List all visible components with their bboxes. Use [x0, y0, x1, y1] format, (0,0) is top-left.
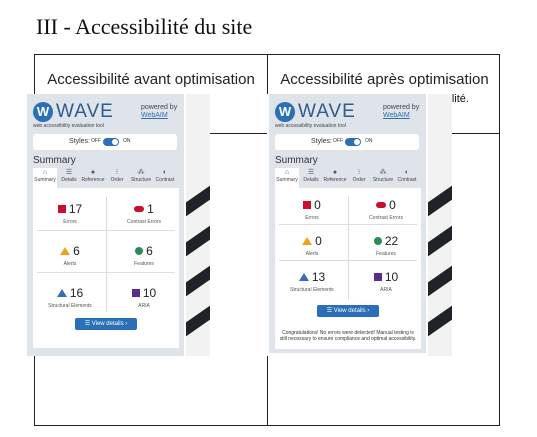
- styles-toggle[interactable]: [103, 138, 119, 146]
- wave-tabs: ⌂ Summary ☰ Details ● Reference ⁝ Order ⁂ Str…: [275, 168, 421, 188]
- section-heading: III - Accessibilité du site: [36, 14, 253, 39]
- wave-header: W WAVE web accessibility evaluation tool…: [33, 100, 181, 132]
- info-icon: ●: [332, 169, 338, 176]
- info-icon: ●: [90, 169, 96, 176]
- tab-contrast[interactable]: ◐ Contrast: [153, 168, 177, 188]
- view-details-button[interactable]: ☰ View details ›: [317, 305, 379, 317]
- tab-summary[interactable]: ⌂ Summary: [275, 168, 299, 188]
- structure-icon: ⁂: [379, 169, 387, 176]
- wave-header: W WAVE web accessibility evaluation tool…: [275, 100, 423, 132]
- summary-card: 17 Errors 1 Contrast Errors 6 Alerts 6 Featu…: [33, 188, 179, 348]
- page-background-strip: [428, 94, 452, 356]
- home-icon: ⌂: [42, 169, 48, 176]
- error-icon: [303, 200, 312, 209]
- contrast-icon: ◐: [404, 169, 410, 176]
- wave-screenshot-before: W WAVE web accessibility evaluation tool…: [25, 94, 210, 356]
- wave-screenshot-after: W WAVE web accessibility evaluation tool…: [267, 94, 452, 356]
- alerts-stat: 6 Alerts: [35, 242, 105, 267]
- tab-contrast[interactable]: ◐ Contrast: [395, 168, 419, 188]
- summary-title: Summary: [33, 155, 76, 166]
- tab-reference[interactable]: ● Reference: [81, 168, 105, 188]
- wave-tagline: web accessibility evaluation tool: [275, 123, 346, 129]
- errors-stat: 0 Errors: [277, 196, 347, 221]
- structure-icon: [298, 272, 309, 281]
- feature-icon: [373, 236, 382, 245]
- aria-icon: [131, 288, 140, 297]
- order-icon: ⁝: [357, 169, 361, 176]
- aria-stat: 10 ARIA: [109, 284, 179, 309]
- features-stat: 6 Features: [134, 244, 154, 267]
- wave-name: WAVE: [56, 101, 114, 122]
- tab-details[interactable]: ☰ Details: [299, 168, 323, 188]
- powered-by: powered by WebAIM: [141, 104, 178, 119]
- wave-panel: W WAVE web accessibility evaluation tool…: [269, 94, 426, 353]
- tab-summary[interactable]: ⌂ Summary: [33, 168, 57, 188]
- styles-label: Styles:: [311, 138, 333, 145]
- styles-label: Styles:: [69, 138, 91, 145]
- structure-icon: ⁂: [137, 169, 145, 176]
- alert-icon: [302, 236, 313, 245]
- aria-stat: 10 ARIA: [351, 268, 421, 293]
- summary-title: Summary: [275, 155, 318, 166]
- tab-order[interactable]: ⁝ Order: [105, 168, 129, 188]
- styles-toggle[interactable]: [345, 138, 361, 146]
- tab-order[interactable]: ⁝ Order: [347, 168, 371, 188]
- home-icon: ⌂: [284, 169, 290, 176]
- alert-icon: [60, 246, 71, 255]
- structural-stat: 13 Structural Elements: [290, 270, 334, 293]
- wave-logo-icon: W: [275, 102, 295, 122]
- tab-structure[interactable]: ⁂ Structure: [371, 168, 395, 188]
- feature-icon: [135, 246, 144, 255]
- tab-structure[interactable]: ⁂ Structure: [129, 168, 153, 188]
- errors-stat: 17 Errors: [35, 200, 105, 225]
- after-title: Accessibilité après optimisation: [280, 71, 489, 88]
- structure-icon: [56, 288, 67, 297]
- congratulations-message: Congratulations! No errors were detected…: [279, 330, 417, 342]
- contrast-stat: 0 Contrast Errors: [369, 198, 403, 221]
- contrast-error-icon: [376, 201, 387, 208]
- contrast-error-icon: [134, 205, 145, 212]
- page-background-strip: [186, 94, 210, 356]
- alerts-stat: 0 Alerts: [277, 232, 347, 257]
- aria-icon: [373, 272, 382, 281]
- before-title: Accessibilité avant optimisation: [47, 71, 255, 88]
- styles-toggle-row: Styles: OFF ON: [275, 134, 419, 150]
- wave-tagline: web accessibility evaluation tool: [33, 123, 104, 129]
- wave-tabs: ⌂ Summary ☰ Details ● Reference ⁝ Order ⁂ Str…: [33, 168, 179, 188]
- tab-details[interactable]: ☰ Details: [57, 168, 81, 188]
- view-details-button[interactable]: ☰ View details ›: [75, 318, 137, 330]
- features-stat: 22 Features: [351, 232, 421, 257]
- order-icon: ⁝: [115, 169, 119, 176]
- contrast-stat: 1 Contrast Errors: [127, 202, 161, 225]
- tab-reference[interactable]: ● Reference: [323, 168, 347, 188]
- powered-by: powered by WebAIM: [383, 104, 420, 119]
- styles-toggle-row: Styles: OFF ON: [33, 134, 177, 150]
- wave-name: WAVE: [298, 101, 356, 122]
- list-icon: ☰: [307, 169, 315, 176]
- list-icon: ☰: [65, 169, 73, 176]
- summary-card: 0 Errors 0 Contrast Errors 0 Alerts 22 Featu…: [275, 188, 421, 349]
- wave-panel: W WAVE web accessibility evaluation tool…: [27, 94, 184, 356]
- error-icon: [57, 204, 66, 213]
- structural-stat: 16 Structural Elements: [48, 286, 92, 309]
- webaim-link[interactable]: WebAIM: [141, 112, 168, 119]
- webaim-link[interactable]: WebAIM: [383, 112, 410, 119]
- wave-logo-icon: W: [33, 102, 53, 122]
- contrast-icon: ◐: [162, 169, 168, 176]
